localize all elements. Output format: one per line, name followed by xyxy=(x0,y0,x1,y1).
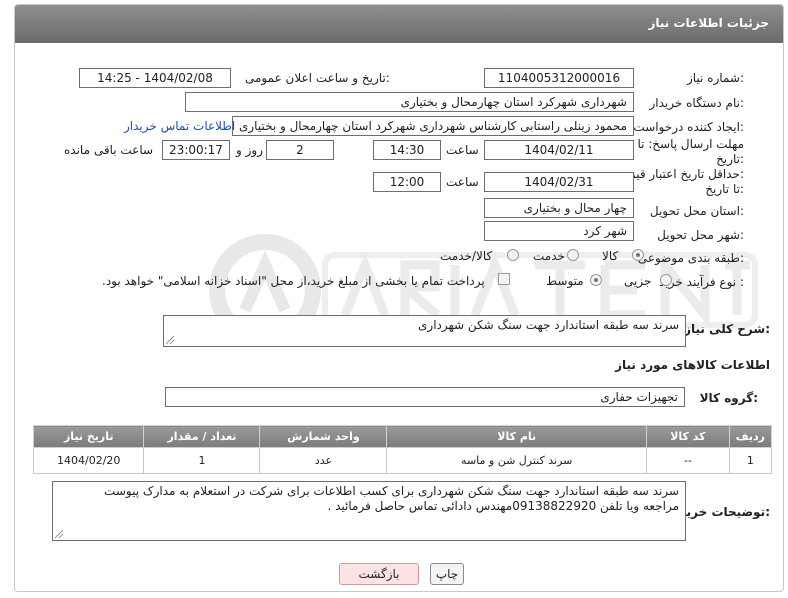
need-number-label: شماره نیاز: xyxy=(686,71,744,85)
goods-group-field: تجهیزات حفاری xyxy=(165,387,685,407)
column-header-quantity: تعداد / مقدار xyxy=(143,425,261,448)
buyer-notes-textarea[interactable]: سرند سه طبقه استاندارد جهت سنگ شکن شهردا… xyxy=(52,481,686,541)
column-header-need-date: تاریخ نیاز xyxy=(32,425,145,448)
cell-need-date: 1404/02/20 xyxy=(32,447,145,474)
delivery-city-label: شهر محل تحویل: xyxy=(657,228,744,242)
requester-label: ایجاد کننده درخواست: xyxy=(633,120,744,134)
cell-quantity: 1 xyxy=(143,447,261,474)
column-header-goods-name: نام کالا xyxy=(386,425,647,448)
goods-group-label: گروه کالا: xyxy=(699,391,758,405)
column-header-row-number: ردیف xyxy=(728,425,773,448)
process-option-medium: متوسط xyxy=(546,274,584,288)
treasury-note: پرداخت تمام یا بخشی از مبلغ خرید،از محل … xyxy=(102,274,485,288)
cell-unit: عدد xyxy=(259,447,388,474)
buyer-notes-line2: مراجعه ویا تلفن 09138822920مهندس دادائی … xyxy=(327,499,679,513)
response-time-field: 14:30 xyxy=(373,140,441,160)
price-validity-label-line2: تا تاریخ: xyxy=(705,182,744,196)
remaining-time-field: 23:00:17 xyxy=(162,140,230,160)
column-header-goods-code: کد کالا xyxy=(645,425,730,448)
table-header-row: ردیف کد کالا نام کالا واحد شمارش تعداد /… xyxy=(32,425,773,448)
category-option-goods-service: کالا/خدمت xyxy=(440,249,493,263)
price-validity-time-field: 12:00 xyxy=(373,172,441,192)
delivery-province-field: چهار محال و بختیاری xyxy=(484,198,634,218)
price-validity-time-label: ساعت xyxy=(446,175,479,189)
response-date-field: 1404/02/11 xyxy=(484,140,634,160)
requester-field: محمود زینلی راستابی کارشناس شهرداری شهرک… xyxy=(232,116,634,136)
goods-section-title: اطلاعات کالاهای مورد نیاز xyxy=(615,358,770,372)
category-option-goods: کالا xyxy=(602,249,619,263)
days-label: روز و xyxy=(236,143,263,157)
price-validity-label-line1: حداقل تاریخ اعتبار قیمت: xyxy=(617,167,744,181)
announce-datetime-field: 1404/02/08 - 14:25 xyxy=(79,68,231,88)
cell-goods-code: -- xyxy=(645,447,730,474)
goods-table: ردیف کد کالا نام کالا واحد شمارش تعداد /… xyxy=(32,425,773,474)
table-row: 1 -- سرند کنترل شن و ماسه عدد 1 1404/02/… xyxy=(32,447,773,474)
response-time-label: ساعت xyxy=(446,143,479,157)
response-deadline-label-line2: تاریخ: xyxy=(716,152,744,166)
column-header-unit: واحد شمارش xyxy=(259,425,388,448)
category-radio-service[interactable] xyxy=(567,249,579,261)
print-button[interactable]: چاپ xyxy=(430,563,464,585)
need-description-text: سرند سه طبقه استاندارد جهت سنگ شکن شهردا… xyxy=(418,318,679,332)
response-deadline-label-line1: مهلت ارسال پاسخ: تا xyxy=(637,137,744,151)
panel-header: جزئیات اطلاعات نیاز xyxy=(15,5,783,43)
delivery-province-label: استان محل تحویل: xyxy=(649,204,744,218)
buyer-org-label: نام دستگاه خریدار: xyxy=(649,96,745,110)
need-number-field: 1104005312000016 xyxy=(484,68,634,88)
remaining-label: ساعت باقی مانده xyxy=(64,143,154,157)
buyer-contact-link[interactable]: اطلاعات تماس خریدار xyxy=(124,119,235,133)
process-radio-minor[interactable] xyxy=(660,274,672,286)
price-validity-date-field: 1404/02/31 xyxy=(484,172,634,192)
category-radio-goods[interactable] xyxy=(632,249,644,261)
cell-goods-name: سرند کنترل شن و ماسه xyxy=(386,447,647,474)
resize-grip-icon[interactable] xyxy=(55,530,63,538)
days-field: 2 xyxy=(266,140,334,160)
buyer-org-field: شهرداری شهرکرد استان چهارمحال و بختیاری xyxy=(185,92,634,112)
process-option-minor: جزیی xyxy=(624,274,652,288)
announce-datetime-label: تاریخ و ساعت اعلان عمومی: xyxy=(245,71,390,85)
purchase-process-label: نوع فرآیند خرید : xyxy=(659,275,744,289)
category-radio-goods-service[interactable] xyxy=(507,249,519,261)
panel-title: جزئیات اطلاعات نیاز xyxy=(648,16,769,30)
treasury-checkbox[interactable] xyxy=(498,273,510,285)
buyer-notes-line1: سرند سه طبقه استاندارد جهت سنگ شکن شهردا… xyxy=(104,484,679,498)
need-description-textarea[interactable]: سرند سه طبقه استاندارد جهت سنگ شکن شهردا… xyxy=(163,315,686,347)
resize-grip-icon[interactable] xyxy=(166,336,174,344)
delivery-city-field: شهر کرد xyxy=(484,221,634,241)
process-radio-medium[interactable] xyxy=(590,274,602,286)
need-description-label: شرح کلی نیاز: xyxy=(684,322,770,336)
cell-row-number: 1 xyxy=(728,447,773,474)
category-label: طبقه بندی موضوعی: xyxy=(637,251,744,265)
back-button[interactable]: بازگشت xyxy=(339,563,419,585)
category-option-service: خدمت xyxy=(533,249,565,263)
